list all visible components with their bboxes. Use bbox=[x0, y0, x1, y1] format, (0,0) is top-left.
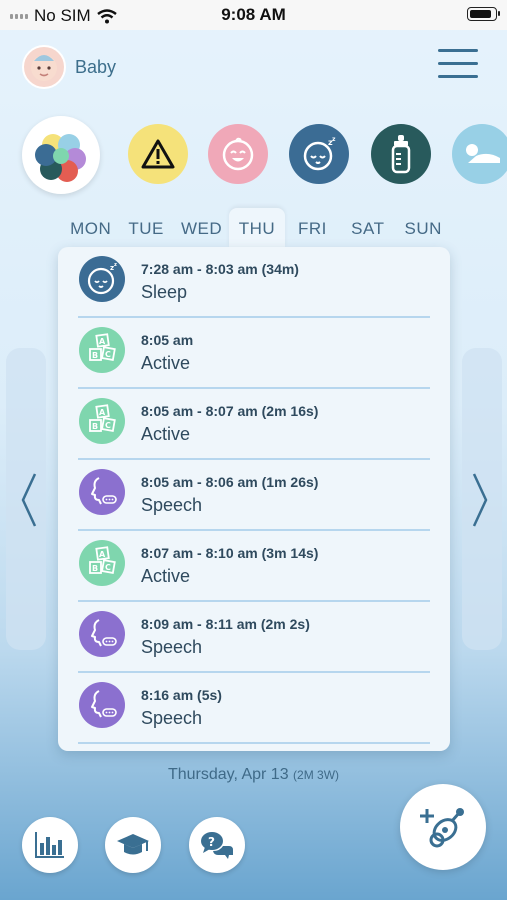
svg-text:z: z bbox=[332, 136, 336, 143]
entry-time: 8:07 am - 8:10 am (3m 14s) bbox=[141, 545, 319, 561]
entry-time: 7:28 am - 8:03 am (34m) bbox=[141, 261, 299, 277]
day-tab-mon[interactable]: MON bbox=[63, 208, 118, 248]
help-chat-icon: ? bbox=[201, 832, 233, 859]
chevron-left-icon[interactable] bbox=[17, 470, 41, 530]
day-tab-tue[interactable]: TUE bbox=[118, 208, 173, 248]
svg-text:C: C bbox=[105, 563, 111, 572]
selected-date: Thursday, Apr 13 (2M 3W) bbox=[0, 766, 507, 784]
entry-type: Sleep bbox=[141, 282, 188, 302]
blocks-icon: A B C bbox=[79, 327, 125, 373]
blocks-icon: A B C bbox=[79, 398, 125, 444]
category-tummy-time-button[interactable] bbox=[452, 124, 507, 184]
bottle-icon bbox=[391, 135, 411, 174]
all-activities-icon bbox=[35, 134, 86, 182]
entry-time: 8:16 am (5s) bbox=[141, 687, 222, 703]
statistics-button[interactable] bbox=[22, 817, 78, 873]
activity-log-card: z z 7:28 am - 8:03 am (34m) Sleep A B C … bbox=[58, 247, 450, 751]
category-mood-button[interactable] bbox=[208, 124, 268, 184]
entry-type: Speech bbox=[141, 637, 203, 657]
add-pacifier-icon bbox=[420, 808, 464, 848]
menu-icon bbox=[438, 49, 478, 52]
learn-button[interactable] bbox=[105, 817, 161, 873]
activity-entry[interactable]: A B C 8:05 am - 8:07 am (2m 16s) Active bbox=[58, 389, 450, 460]
tummy-time-icon bbox=[466, 144, 500, 163]
entry-type: Active bbox=[141, 566, 191, 586]
week-day-selector: MON TUE WED THU FRI SAT SUN bbox=[63, 208, 451, 248]
entry-time: 8:09 am - 8:11 am (2m 2s) bbox=[141, 616, 310, 632]
chevron-right-icon[interactable] bbox=[468, 470, 492, 530]
day-tab-fri[interactable]: FRI bbox=[285, 208, 340, 248]
activity-entry[interactable]: 8:16 am (5s) Speech bbox=[58, 673, 450, 744]
sleep-icon: z z bbox=[79, 256, 125, 302]
category-all-button[interactable] bbox=[22, 116, 100, 194]
graduation-cap-icon bbox=[117, 834, 149, 855]
blocks-icon: A B C bbox=[79, 540, 125, 586]
category-alerts-button[interactable] bbox=[128, 124, 188, 184]
entry-type: Active bbox=[141, 353, 191, 373]
avatar[interactable] bbox=[22, 45, 66, 89]
svg-text:B: B bbox=[92, 422, 98, 431]
warning-icon bbox=[141, 139, 175, 169]
entry-type: Speech bbox=[141, 708, 203, 728]
entry-time: 8:05 am - 8:07 am (2m 16s) bbox=[141, 403, 319, 419]
add-activity-button[interactable] bbox=[400, 784, 486, 870]
status-bar: No SIM 9:08 AM bbox=[0, 0, 507, 30]
activity-entry[interactable]: z z 7:28 am - 8:03 am (34m) Sleep bbox=[58, 247, 450, 318]
activity-entry[interactable]: 8:05 am - 8:06 am (1m 26s) Speech bbox=[58, 460, 450, 531]
baby-profile[interactable]: Baby bbox=[22, 45, 116, 89]
entry-type: Speech bbox=[141, 495, 203, 515]
entry-type: Active bbox=[141, 424, 191, 444]
baby-age: (2M 3W) bbox=[293, 768, 340, 782]
category-filter-row: z z bbox=[0, 116, 507, 194]
battery-level bbox=[470, 10, 491, 18]
activity-entry[interactable]: 8:09 am - 8:11 am (2m 2s) Speech bbox=[58, 602, 450, 673]
svg-text:?: ? bbox=[208, 835, 215, 849]
svg-text:z: z bbox=[114, 262, 117, 268]
day-tab-sun[interactable]: SUN bbox=[396, 208, 451, 248]
date-label: Thursday, Apr 13 bbox=[167, 766, 289, 783]
speech-icon bbox=[79, 611, 125, 657]
svg-text:C: C bbox=[105, 350, 111, 359]
svg-text:A: A bbox=[99, 550, 106, 559]
svg-text:A: A bbox=[99, 408, 106, 417]
day-tab-wed[interactable]: WED bbox=[174, 208, 229, 248]
divider bbox=[78, 742, 430, 744]
baby-face-icon bbox=[31, 55, 57, 81]
happy-baby-icon bbox=[222, 137, 254, 171]
sleeping-baby-icon: z z bbox=[303, 136, 336, 171]
entry-time: 8:05 am bbox=[141, 332, 194, 348]
day-tab-thu[interactable]: THU bbox=[229, 208, 285, 248]
speech-icon bbox=[79, 469, 125, 515]
status-time: 9:08 AM bbox=[221, 5, 286, 24]
entry-time: 8:05 am - 8:06 am (1m 26s) bbox=[141, 474, 319, 490]
svg-text:B: B bbox=[92, 351, 98, 360]
baby-name: Baby bbox=[75, 56, 117, 77]
svg-text:C: C bbox=[105, 421, 111, 430]
activity-entry[interactable]: A B C 8:07 am - 8:10 am (3m 14s) Active bbox=[58, 531, 450, 602]
speech-icon bbox=[79, 682, 125, 728]
help-button[interactable]: ? bbox=[189, 817, 245, 873]
menu-button[interactable] bbox=[438, 49, 478, 81]
svg-text:B: B bbox=[92, 564, 98, 573]
category-sleep-button[interactable]: z z bbox=[289, 124, 349, 184]
svg-text:A: A bbox=[99, 337, 106, 346]
activity-entry[interactable]: A B C 8:05 am Active bbox=[58, 318, 450, 389]
category-feeding-button[interactable] bbox=[371, 124, 431, 184]
day-tab-sat[interactable]: SAT bbox=[340, 208, 395, 248]
bar-chart-icon bbox=[35, 832, 64, 858]
battery-icon bbox=[467, 7, 500, 21]
